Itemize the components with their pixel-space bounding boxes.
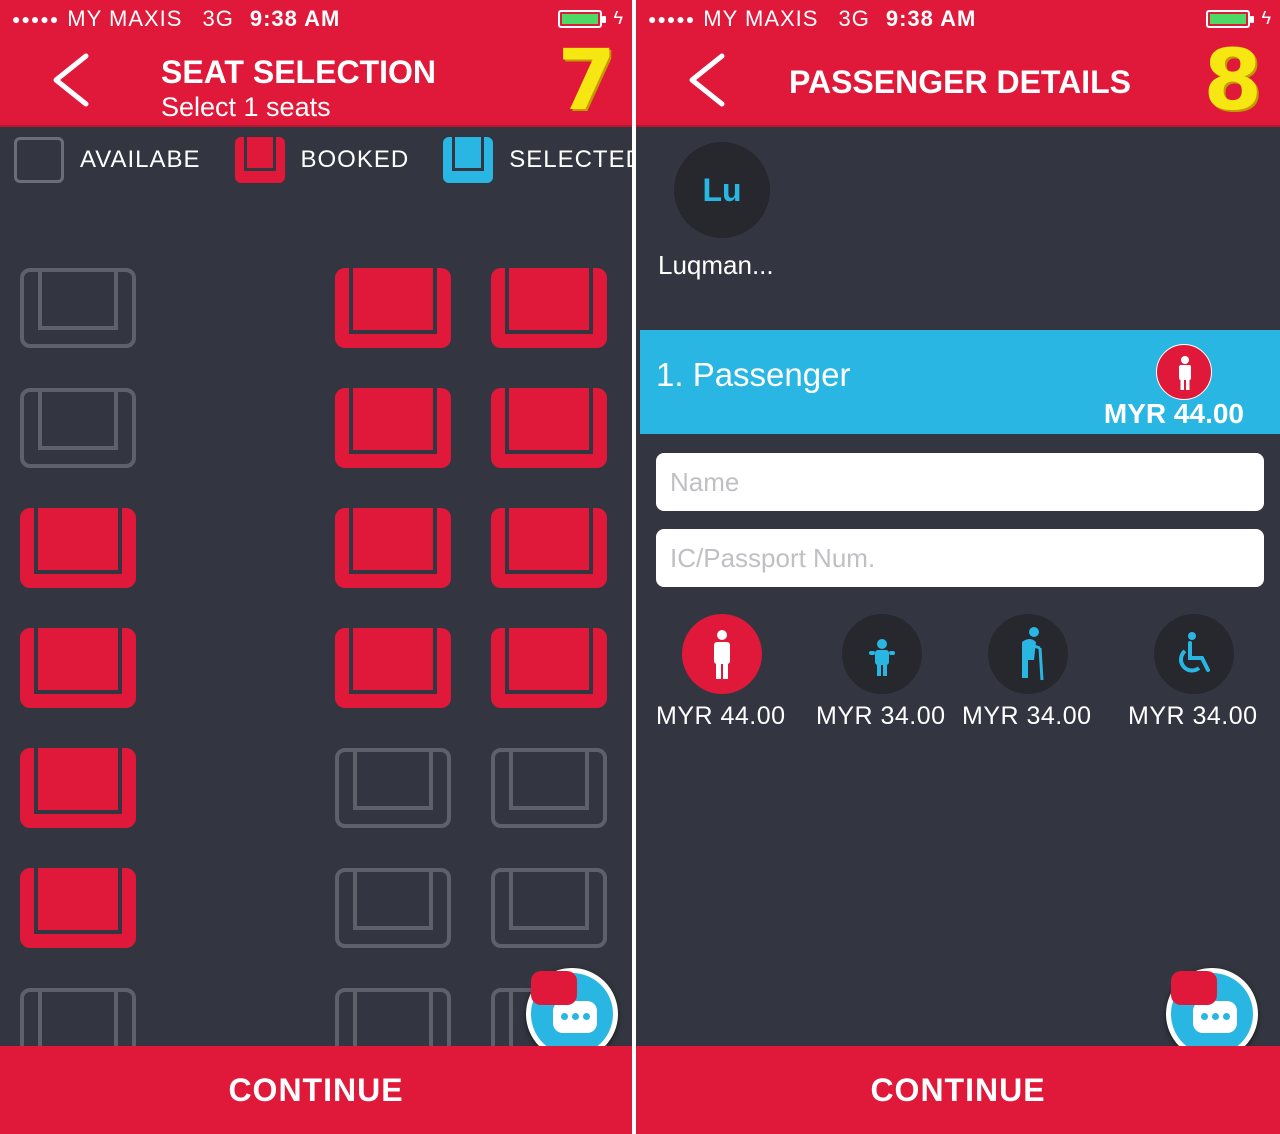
notification-badge	[1171, 971, 1217, 1005]
adult-price: MYR 44.00	[656, 702, 786, 730]
seat-booked	[335, 268, 451, 348]
booked-seat-icon	[234, 137, 285, 183]
seat-booked	[335, 388, 451, 468]
legend-available: AVAILABE	[14, 137, 201, 183]
seat-booked	[20, 868, 136, 948]
carrier-label: MY MAXIS	[67, 6, 183, 31]
seat-available[interactable]	[20, 268, 136, 348]
passenger-details-screen: ●●●●● MY MAXIS 3G 9:38 AM ϟ PASSENGER DE…	[636, 0, 1280, 1134]
adult-icon	[714, 630, 730, 679]
user-name: Luqman...	[658, 250, 774, 280]
legend-selected: SELECTED	[443, 137, 632, 183]
child-icon	[869, 639, 895, 676]
notification-badge	[531, 971, 577, 1005]
legend-selected-label: SELECTED	[509, 146, 632, 173]
time-label: 9:38 AM	[249, 6, 341, 31]
seat-available[interactable]	[491, 868, 607, 948]
continue-button[interactable]: CONTINUE	[636, 1046, 1280, 1134]
seat-booked	[491, 388, 607, 468]
signal-dots: ●●●●●	[648, 11, 696, 27]
wheelchair-icon	[1179, 632, 1210, 673]
header-bar: ●●●●● MY MAXIS 3G 9:38 AM ϟ PASSENGER DE…	[636, 0, 1280, 127]
battery-icon	[1206, 10, 1254, 28]
seat-booked	[491, 628, 607, 708]
seat-booked	[20, 508, 136, 588]
seat-booked	[491, 508, 607, 588]
legend-available-label: AVAILABE	[80, 146, 201, 173]
child-price: MYR 34.00	[816, 702, 946, 730]
seat-booked	[335, 628, 451, 708]
status-bar: ●●●●● MY MAXIS 3G 9:38 AM ϟ	[648, 6, 1272, 32]
senior-price: MYR 34.00	[962, 702, 1092, 730]
page-title: PASSENGER DETAILS	[789, 64, 1131, 100]
seat-available[interactable]	[335, 748, 451, 828]
status-bar: ●●●●● MY MAXIS 3G 9:38 AM ϟ	[12, 6, 624, 32]
legend-booked-label: BOOKED	[300, 146, 410, 173]
name-field[interactable]: Name	[656, 453, 1264, 511]
step-number: 8	[1203, 31, 1262, 129]
chat-bubble-icon	[1193, 1001, 1237, 1033]
adult-type-button[interactable]	[682, 614, 762, 694]
page-title: SEAT SELECTION	[161, 54, 436, 90]
chat-bubble-icon	[553, 1001, 597, 1033]
avatar[interactable]: Lu	[674, 142, 770, 238]
time-label: 9:38 AM	[885, 6, 977, 31]
seat-selection-screen: ●●●●● MY MAXIS 3G 9:38 AM ϟ SEAT SELECTI…	[0, 0, 632, 1134]
page-subtitle: Select 1 seats	[161, 92, 331, 122]
header-bar: ●●●●● MY MAXIS 3G 9:38 AM ϟ SEAT SELECTI…	[0, 0, 632, 127]
carrier-label: MY MAXIS	[703, 6, 819, 31]
continue-button[interactable]: CONTINUE	[0, 1046, 632, 1134]
seat-available[interactable]	[491, 748, 607, 828]
seat-available[interactable]	[20, 388, 136, 468]
disabled-type-button[interactable]	[1154, 614, 1234, 694]
back-arrow-icon[interactable]	[684, 52, 734, 108]
passenger-header[interactable]: 1. Passenger MYR 44.00	[640, 330, 1280, 434]
passenger-price: MYR 44.00	[1103, 398, 1244, 429]
network-label: 3G	[202, 6, 234, 31]
back-arrow-icon[interactable]	[48, 52, 98, 108]
seat-booked	[491, 268, 607, 348]
available-seat-icon	[14, 137, 64, 183]
legend-booked: BOOKED	[234, 137, 410, 183]
network-label: 3G	[838, 6, 870, 31]
senior-type-button[interactable]	[988, 614, 1068, 694]
passenger-label: 1. Passenger	[656, 356, 851, 393]
seat-booked	[335, 508, 451, 588]
signal-dots: ●●●●●	[12, 11, 60, 27]
disabled-price: MYR 34.00	[1128, 702, 1258, 730]
step-number: 7	[557, 31, 616, 129]
senior-icon	[1022, 627, 1044, 681]
seat-booked	[20, 628, 136, 708]
seat-booked	[20, 748, 136, 828]
ic-passport-field[interactable]: IC/Passport Num.	[656, 529, 1264, 587]
selected-seat-icon	[443, 137, 494, 183]
adult-person-icon	[1156, 344, 1212, 400]
seat-available[interactable]	[335, 868, 451, 948]
charging-icon: ϟ	[613, 8, 624, 28]
seat-legend: AVAILABE BOOKED SELECTED	[14, 135, 632, 185]
battery-icon	[558, 10, 606, 28]
child-type-button[interactable]	[842, 614, 922, 694]
charging-icon: ϟ	[1261, 8, 1272, 28]
